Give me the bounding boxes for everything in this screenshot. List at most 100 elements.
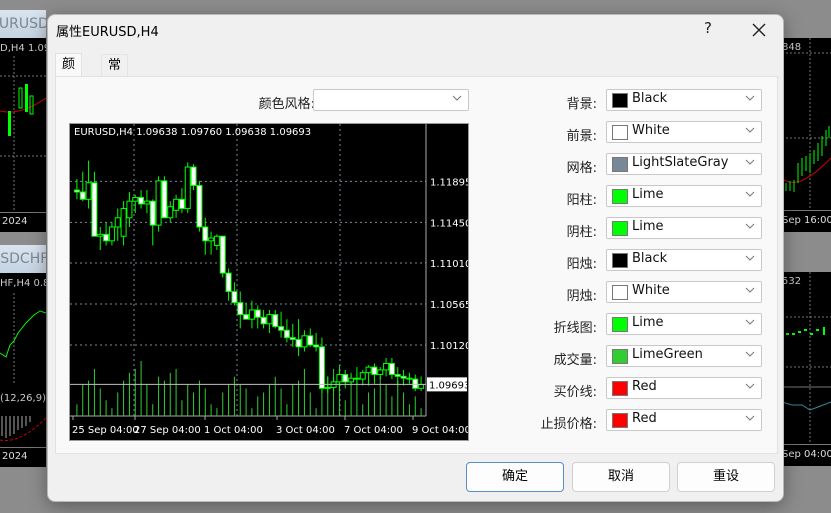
candle-body — [248, 309, 255, 320]
candle-body — [243, 314, 250, 320]
background-color-dropdown[interactable]: Black — [606, 89, 762, 111]
stop-levels-color-dropdown[interactable]: Red — [606, 409, 762, 431]
ok-button[interactable]: 确定 — [466, 462, 564, 492]
candle-body — [161, 180, 168, 219]
candle-body — [114, 217, 121, 228]
bear-candle-color-dropdown[interactable]: White — [606, 281, 762, 303]
color-swatch — [612, 413, 628, 428]
candle-body — [377, 369, 384, 376]
color-value: Lime — [632, 315, 664, 330]
candle-body — [178, 198, 185, 210]
candle-body — [103, 233, 110, 242]
candle-body — [406, 377, 413, 380]
chart-preview: 1.11895 1.11450 1.11010 1.10565 1.10120 1.096… — [69, 123, 469, 441]
background-chart-right-top[interactable]: 848 Sep 16:00 — [782, 38, 831, 232]
candle-body — [208, 237, 215, 242]
candle-body — [365, 366, 372, 374]
tab-common[interactable]: 常用 — [101, 54, 129, 95]
color-value: LimeGreen — [632, 347, 703, 362]
chart-header: EURUSD,H4 1.09638 1.09760 1.09638 1.0969… — [74, 127, 311, 138]
foreground-color-label: 前景: — [566, 129, 597, 144]
background-window-title: EURUSD,H4 — [0, 10, 46, 38]
candle-body — [143, 200, 150, 205]
candle-body — [307, 335, 314, 346]
background-chart-eurusd[interactable]: EURUSD,H4 D,H4 1.09 2024 — [0, 10, 46, 232]
candle-body — [79, 191, 86, 200]
candle-body — [225, 272, 232, 293]
tab-colors[interactable]: 颜色 — [55, 53, 83, 94]
candle-body — [313, 344, 320, 348]
candle-body — [278, 326, 285, 331]
cancel-button[interactable]: 取消 — [572, 462, 670, 492]
candle-body — [138, 196, 145, 205]
background-chart-plot — [0, 56, 46, 226]
color-swatch — [612, 93, 628, 108]
candle-body — [167, 206, 174, 219]
chevron-down-icon — [745, 319, 755, 325]
chart-svg: 1.11895 1.11450 1.11010 1.10565 1.10120 1.096… — [70, 124, 468, 436]
color-value: Lime — [632, 187, 664, 202]
reset-button[interactable]: 重设 — [677, 462, 775, 492]
candle-body — [412, 378, 419, 389]
background-chart-usdchf[interactable]: USDCHF,H4 HF,H4 0.85 (12,26,9) 0 2024 — [0, 245, 46, 467]
candle-body — [418, 384, 425, 389]
chevron-down-icon — [745, 351, 755, 357]
grid-color-dropdown[interactable]: LightSlateGray — [606, 153, 762, 175]
help-button[interactable]: ? — [698, 19, 718, 37]
bull-candle-color-label: 阳烛: — [566, 257, 597, 272]
candle-body — [91, 182, 98, 237]
candle-body — [336, 374, 343, 383]
stop-levels-color-label: 止损价格: — [540, 417, 597, 432]
candle-body — [184, 166, 191, 210]
candle-body — [388, 362, 395, 376]
line-chart-color-dropdown[interactable]: Lime — [606, 313, 762, 335]
bar-up-color-dropdown[interactable]: Lime — [606, 185, 762, 207]
background-chart-plot — [782, 272, 831, 447]
background-chart-plot — [782, 38, 831, 208]
candle-body — [120, 208, 127, 237]
time-tick-label: 3 Oct 04:00 — [276, 425, 335, 436]
ask-line-color-dropdown[interactable]: Red — [606, 377, 762, 399]
candle-body — [283, 329, 290, 339]
colors-panel: 颜色风格: 1.11895 1.11450 1.11010 1.10565 1.1012… — [55, 76, 778, 454]
close-button[interactable] — [748, 19, 770, 41]
candle-body — [342, 374, 349, 383]
color-value: Lime — [632, 219, 664, 234]
color-swatch — [612, 125, 628, 140]
chevron-down-icon — [745, 255, 755, 261]
bar-up-color-label: 阳柱: — [566, 193, 597, 208]
color-style-dropdown[interactable] — [313, 89, 469, 111]
background-indicator-plot — [0, 416, 46, 442]
color-swatch — [612, 157, 628, 172]
chevron-down-icon — [452, 95, 462, 101]
background-date-axis: Sep 04:00 — [782, 444, 831, 466]
candle-body — [383, 362, 390, 371]
chevron-down-icon — [745, 383, 755, 389]
line-chart-color-label: 折线图: — [553, 321, 597, 336]
background-chart-right-bottom[interactable]: 532 Sep 04:00 — [782, 272, 831, 466]
candle-body — [353, 377, 360, 380]
candle-body — [237, 302, 244, 316]
chevron-down-icon — [745, 95, 755, 101]
candle-body — [272, 314, 279, 328]
color-swatch — [612, 381, 628, 396]
candle-body — [301, 335, 308, 348]
dialog-title: 属性EURUSD,H4 — [56, 25, 159, 40]
candle-body — [254, 309, 261, 318]
price-tick-label: 1.10120 — [430, 341, 468, 352]
volumes-color-label: 成交量: — [553, 353, 597, 368]
properties-dialog: 属性EURUSD,H4 ? 颜色 常用 颜色风格: 1.11895 1.11450… — [47, 14, 784, 502]
color-swatch — [612, 189, 628, 204]
chevron-down-icon — [745, 287, 755, 293]
candle-body — [219, 235, 226, 274]
color-style-label: 颜色风格: — [258, 97, 315, 112]
foreground-color-dropdown[interactable]: White — [606, 121, 762, 143]
bull-candle-color-dropdown[interactable]: Black — [606, 249, 762, 271]
volumes-color-dropdown[interactable]: LimeGreen — [606, 345, 762, 367]
candle-body — [371, 366, 378, 376]
candle-body — [266, 314, 273, 325]
price-tick-label: 1.11450 — [430, 218, 468, 229]
bar-down-color-dropdown[interactable]: Lime — [606, 217, 762, 239]
color-swatch — [612, 317, 628, 332]
background-chart-header: HF,H4 0.85 — [0, 278, 46, 289]
